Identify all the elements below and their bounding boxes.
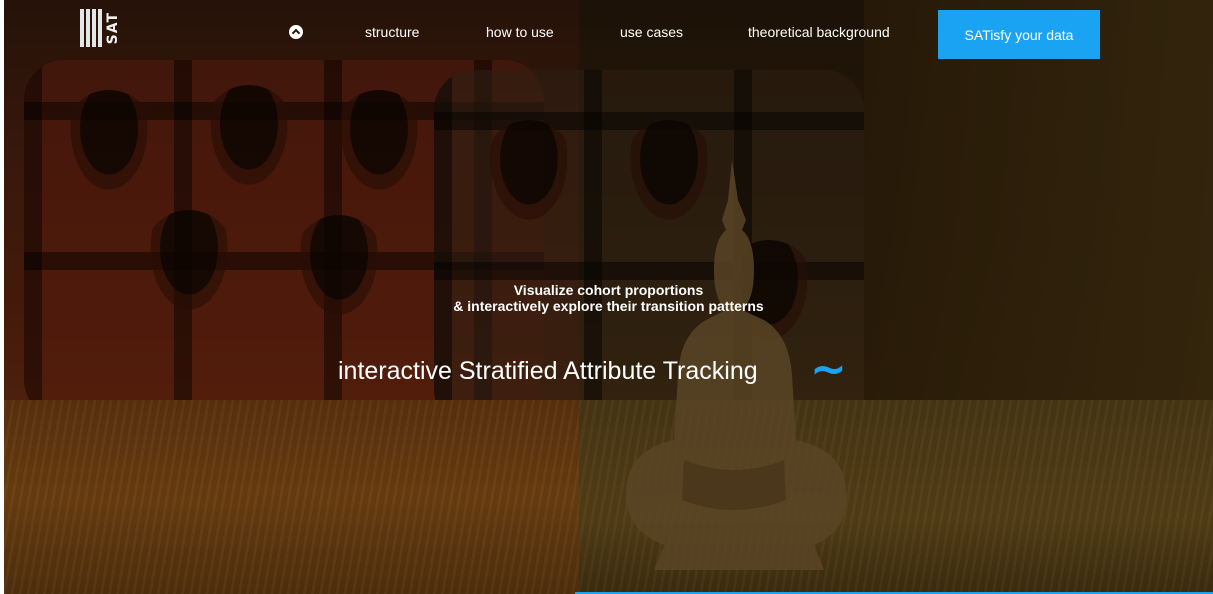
logo-mark-icon	[80, 9, 102, 47]
nav-link-theoretical-background[interactable]: theoretical background	[748, 24, 890, 40]
site-logo[interactable]: SAT	[80, 8, 130, 48]
chevron-up-circle-icon[interactable]	[289, 25, 303, 39]
nav-link-use-cases[interactable]: use cases	[620, 24, 683, 40]
hero-headline: interactive Stratified Attribute Trackin…	[338, 357, 758, 385]
nav-link-how-to-use[interactable]: how to use	[486, 24, 554, 40]
hero-tagline: Visualize cohort proportions & interacti…	[4, 282, 1213, 314]
tagline-line-2: & interactively explore their transition…	[453, 298, 764, 314]
top-navigation: SAT structure how to use use cases theor…	[4, 0, 1213, 64]
hero-section: SAT structure how to use use cases theor…	[4, 0, 1213, 594]
nav-link-structure[interactable]: structure	[365, 24, 419, 40]
tagline-line-1: Visualize cohort proportions	[513, 282, 704, 298]
satisfy-data-button[interactable]: SATisfy your data	[938, 10, 1100, 59]
tilde-icon: ~	[810, 344, 847, 395]
logo-text: SAT	[105, 11, 121, 45]
